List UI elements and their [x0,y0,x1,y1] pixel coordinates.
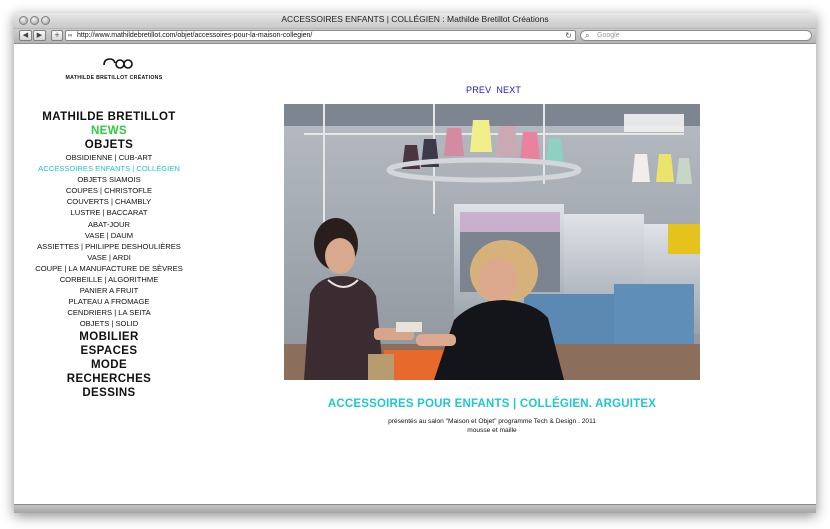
logo-text[interactable]: MATHILDE BRETILLOT CRÉATIONS [54,75,174,81]
search-icon: ⌕ [585,31,590,40]
nav-objets-item[interactable]: ACCESSOIRES ENFANTS | COLLÉGIEN [24,163,194,174]
nav-objets-item[interactable]: OBSIDIENNE | CUB-ART [24,152,194,163]
page-content: MATHILDE BRETILLOT CRÉATIONS MATHILDE BR… [14,44,816,505]
forward-button[interactable]: ▶ [33,30,46,41]
nav-objets-item[interactable]: OBJETS SIAMOIS [24,174,194,185]
browser-window: ACCESSOIRES ENFANTS | COLLÉGIEN : Mathil… [14,13,816,513]
caption-line-2: mousse et maille [467,427,517,434]
sections-menu: MOBILIER ESPACES MODE RECHERCHES DESSINS [24,330,194,400]
back-button[interactable]: ◀ [19,30,32,41]
nav-section-item[interactable]: MODE [24,358,194,372]
nav-objets-item[interactable]: LUSTRE | BACCARAT [24,207,194,218]
plus-icon: + [54,31,60,39]
nav-home[interactable]: MATHILDE BRETILLOT [24,110,194,124]
browser-toolbar: ◀ ▶ + ∞ http://www.mathildebretillot.com… [14,29,816,44]
forward-arrow-icon: ▶ [36,31,43,39]
caption-title: ACCESSOIRES POUR ENFANTS | COLLÉGIEN. AR… [327,398,657,410]
nav-objets-item[interactable]: CORBEILLE | ALGORITHME [24,274,194,285]
nav-section-item[interactable]: DESSINS [24,386,194,400]
nav-news[interactable]: NEWS [24,124,194,138]
nav-objets-item[interactable]: PANIER A FRUIT [24,285,194,296]
next-link[interactable]: NEXT [496,85,521,95]
nav-objets-item[interactable]: CENDRIERS | LA SEITA [24,307,194,318]
window-title: ACCESSOIRES ENFANTS | COLLÉGIEN : Mathil… [281,14,549,24]
nav-objets-item[interactable]: PLATEAU A FROMAGE [24,296,194,307]
search-placeholder: Google [597,32,620,39]
address-bar[interactable]: ∞ http://www.mathildebretillot.com/objet… [65,30,576,41]
objets-submenu: OBSIDIENNE | CUB-ART ACCESSOIRES ENFANTS … [24,152,194,330]
nav-objets-item[interactable]: COUPES | CHRISTOFLE [24,185,194,196]
caption-line-1: présentés au salon "Maison et Objet" pro… [388,418,596,425]
nav-objets-item[interactable]: COUPE | LA MANUFACTURE DE SÈVRES [24,263,194,274]
title-bar: ACCESSOIRES ENFANTS | COLLÉGIEN : Mathil… [14,13,816,29]
status-bar [14,504,816,513]
site-favicon-icon: ∞ [68,33,73,39]
add-bookmark-button[interactable]: + [51,30,63,41]
pager: PREV NEXT [466,85,526,95]
prev-link[interactable]: PREV [466,85,491,95]
address-text: http://www.mathildebretillot.com/objet/a… [77,32,313,39]
nav-section-item[interactable]: MOBILIER [24,330,194,344]
nav-objets-item[interactable]: ABAT-JOUR [24,219,194,230]
nav-objets-item[interactable]: VASE | DAUM [24,230,194,241]
nav-section-item[interactable]: ESPACES [24,344,194,358]
reload-icon[interactable]: ↻ [565,31,572,41]
search-field[interactable]: ⌕ Google [580,30,812,41]
logo-icon[interactable] [102,56,134,70]
back-arrow-icon: ◀ [22,31,29,39]
main-navigation: MATHILDE BRETILLOT NEWS OBJETS OBSIDIENN… [24,110,194,400]
product-photo [284,104,700,380]
nav-objets-item[interactable]: VASE | ARDI [24,252,194,263]
nav-objets-item[interactable]: OBJETS | SOLID [24,318,194,329]
nav-objets-item[interactable]: COUVERTS | CHAMBLY [24,196,194,207]
nav-objets[interactable]: OBJETS [24,138,194,152]
nav-section-item[interactable]: RECHERCHES [24,372,194,386]
nav-objets-item[interactable]: ASSIETTES | PHILIPPE DESHOULIÈRES [24,241,194,252]
